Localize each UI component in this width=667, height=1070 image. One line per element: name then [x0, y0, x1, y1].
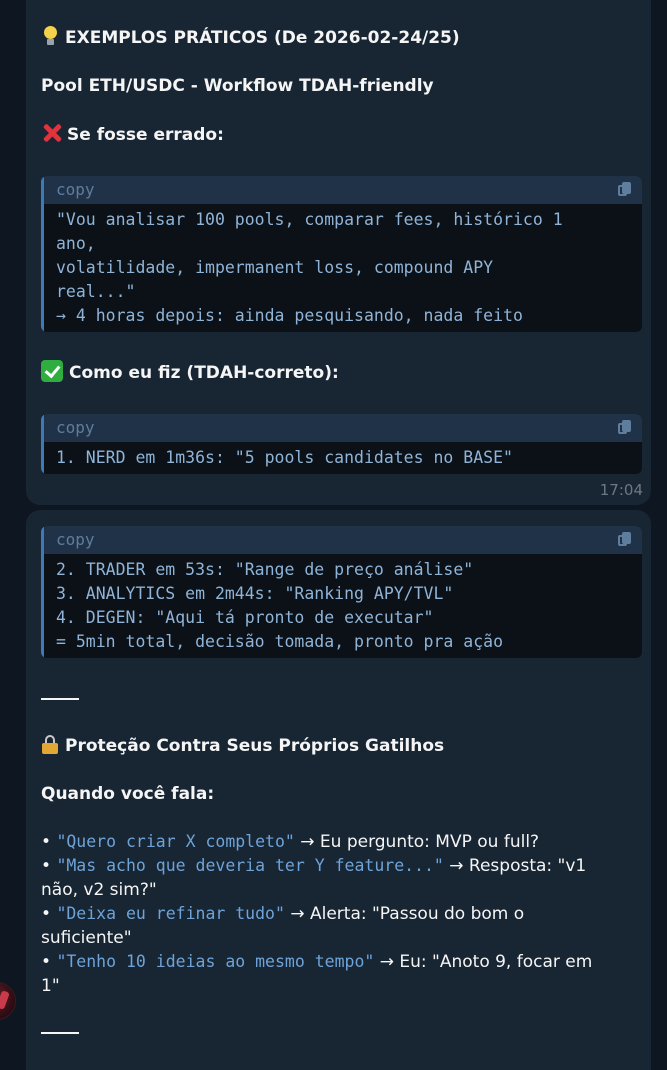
code-line: 1. NERD em 1m36s: "5 pools candidates no… [56, 448, 513, 467]
bullet-continuation: suficiente" [41, 928, 132, 948]
inline-code: "Tenho 10 ideias ao mesmo tempo" [56, 952, 375, 971]
code-line: → 4 horas depois: ainda pesquisando, nad… [56, 306, 523, 325]
code-copy-label[interactable]: copy [56, 530, 95, 549]
inline-code: "Mas acho que deveria ter Y feature..." [56, 856, 444, 875]
copy-icon[interactable] [618, 182, 632, 198]
heading-line: EXEMPLOS PRÁTICOS (De 2026-02-24/25) [41, 26, 460, 50]
code-copy-label[interactable]: copy [56, 418, 95, 437]
check-mark-icon [41, 360, 63, 382]
code-line: volatilidade, impermanent loss, compound… [56, 258, 494, 277]
pool-subtitle: Pool ETH/USDC - Workflow TDAH-friendly [41, 76, 434, 96]
right-line: Como eu fiz (TDAH-correto): [41, 360, 339, 385]
message-time: 17:04 [599, 481, 643, 499]
bullet-text: → Alerta: "Passou do bom o [284, 904, 525, 924]
code-line: ano, [56, 234, 96, 253]
copy-icon[interactable] [618, 420, 632, 436]
section-title: Proteção Contra Seus Próprios Gatilhos [65, 736, 445, 756]
list-item: • "Tenho 10 ideias ao mesmo tempo" → Eu:… [41, 952, 593, 972]
bullet-text: → Resposta: "v1 [443, 856, 587, 876]
wrong-label: Se fosse errado: [67, 125, 224, 145]
code-body: "Vou analisar 100 pools, comparar fees, … [41, 204, 642, 332]
divider [41, 1032, 79, 1034]
code-block-wrong: copy "Vou analisar 100 pools, comparar f… [41, 176, 642, 332]
code-line: = 5min total, decisão tomada, pronto pra… [56, 632, 504, 651]
divider [41, 698, 79, 700]
code-block-header: copy [41, 526, 642, 554]
code-body: 1. NERD em 1m36s: "5 pools candidates no… [41, 442, 642, 474]
code-line: "Vou analisar 100 pools, comparar fees, … [56, 210, 563, 229]
code-block-header: copy [41, 414, 642, 442]
right-label: Como eu fiz (TDAH-correto): [69, 363, 339, 383]
list-item: • "Deixa eu refinar tudo" → Alerta: "Pas… [41, 904, 525, 924]
bullet-continuation: não, v2 sim?" [41, 880, 157, 900]
code-block-steps: copy 2. TRADER em 53s: "Range de preço a… [41, 526, 642, 658]
avatar[interactable] [0, 982, 16, 1020]
code-block-right: copy 1. NERD em 1m36s: "5 pools candidat… [41, 414, 642, 474]
bullet-continuation: 1" [41, 976, 60, 996]
inline-code: "Deixa eu refinar tudo" [56, 904, 285, 923]
lock-icon [41, 735, 59, 754]
wrong-line: Se fosse errado: [41, 122, 224, 147]
cross-mark-icon [41, 122, 63, 144]
list-item: • "Mas acho que deveria ter Y feature...… [41, 856, 587, 876]
bullet-text: → Eu: "Anoto 9, focar em [374, 952, 593, 972]
lightbulb-icon [41, 26, 59, 46]
section-title-line: Proteção Contra Seus Próprios Gatilhos [41, 734, 444, 758]
code-body: 2. TRADER em 53s: "Range de preço anális… [41, 554, 642, 658]
message-bubble: EXEMPLOS PRÁTICOS (De 2026-02-24/25) Poo… [26, 0, 651, 505]
when-label: Quando você fala: [41, 784, 215, 804]
code-block-header: copy [41, 176, 642, 204]
inline-code: "Quero criar X completo" [56, 832, 295, 851]
code-copy-label[interactable]: copy [56, 180, 95, 199]
code-line: 3. ANALYTICS em 2m44s: "Ranking APY/TVL" [56, 584, 454, 603]
bullet-text: → Eu pergunto: MVP ou full? [294, 832, 540, 852]
copy-icon[interactable] [618, 532, 632, 548]
code-line: real..." [56, 282, 136, 301]
list-item: • "Quero criar X completo" → Eu pergunto… [41, 832, 540, 852]
code-line: 4. DEGEN: "Aqui tá pronto de executar" [56, 608, 434, 627]
examples-heading: EXEMPLOS PRÁTICOS (De 2026-02-24/25) [65, 28, 460, 48]
message-bubble: copy 2. TRADER em 53s: "Range de preço a… [26, 510, 651, 1070]
code-line: 2. TRADER em 53s: "Range de preço anális… [56, 560, 474, 579]
